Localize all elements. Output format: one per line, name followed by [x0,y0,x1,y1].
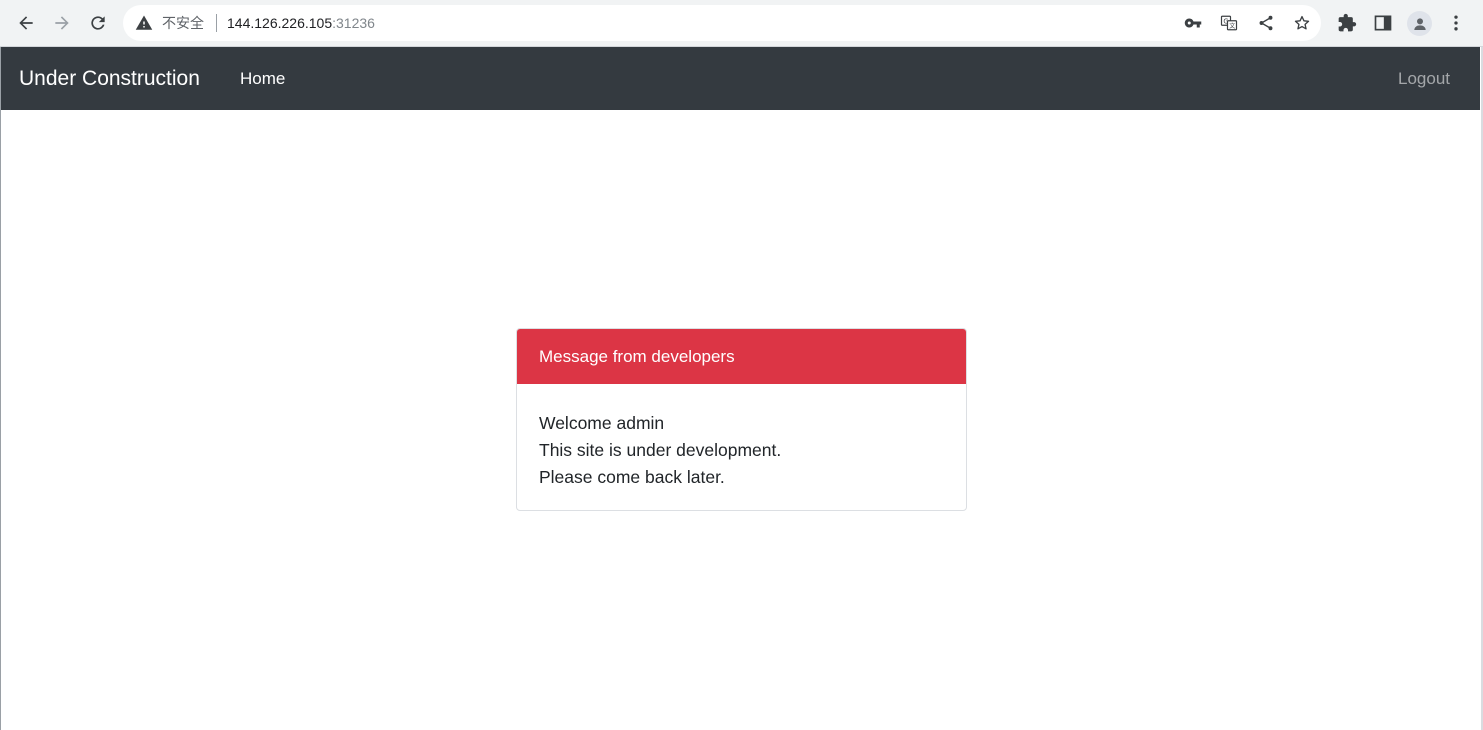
key-icon[interactable] [1183,13,1203,33]
forward-button[interactable] [47,8,77,38]
reload-button[interactable] [83,8,113,38]
side-panel-icon[interactable] [1372,12,1394,34]
url-port: :31236 [332,15,375,31]
star-icon[interactable] [1292,13,1312,33]
welcome-line: Welcome admin [539,413,665,433]
browser-toolbar: 不安全 144.126.226.105:31236 G文 [0,0,1483,47]
site-navbar: Under Construction Home Logout [1,47,1480,110]
puzzle-icon[interactable] [1336,12,1358,34]
kebab-menu-icon[interactable] [1445,12,1467,34]
profile-icon[interactable] [1407,11,1432,36]
navbar-brand[interactable]: Under Construction [19,66,200,91]
forward-arrow-icon [55,16,69,30]
window-left-edge [0,47,1,730]
developer-message-card: Message from developers Welcome admin Th… [516,328,967,511]
come-back-line: Please come back later. [539,467,725,487]
status-line: This site is under development. [539,440,782,460]
card-header: Message from developers [517,329,966,384]
omnibox-divider [216,14,217,32]
svg-text:文: 文 [1229,22,1235,30]
nav-link-home[interactable]: Home [240,68,285,89]
security-status-label[interactable]: 不安全 [162,14,204,32]
card-body: Welcome admin This site is under develop… [517,384,966,491]
url-text[interactable]: 144.126.226.105:31236 [227,14,375,32]
url-host: 144.126.226.105 [227,15,333,31]
back-button[interactable] [11,8,41,38]
warning-icon[interactable] [135,14,153,32]
share-icon[interactable] [1256,13,1276,33]
reload-icon [91,16,105,30]
nav-link-logout[interactable]: Logout [1398,68,1450,89]
back-arrow-icon [19,16,33,30]
address-bar[interactable]: 不安全 144.126.226.105:31236 G文 [123,5,1321,41]
translate-icon[interactable]: G文 [1219,13,1239,33]
